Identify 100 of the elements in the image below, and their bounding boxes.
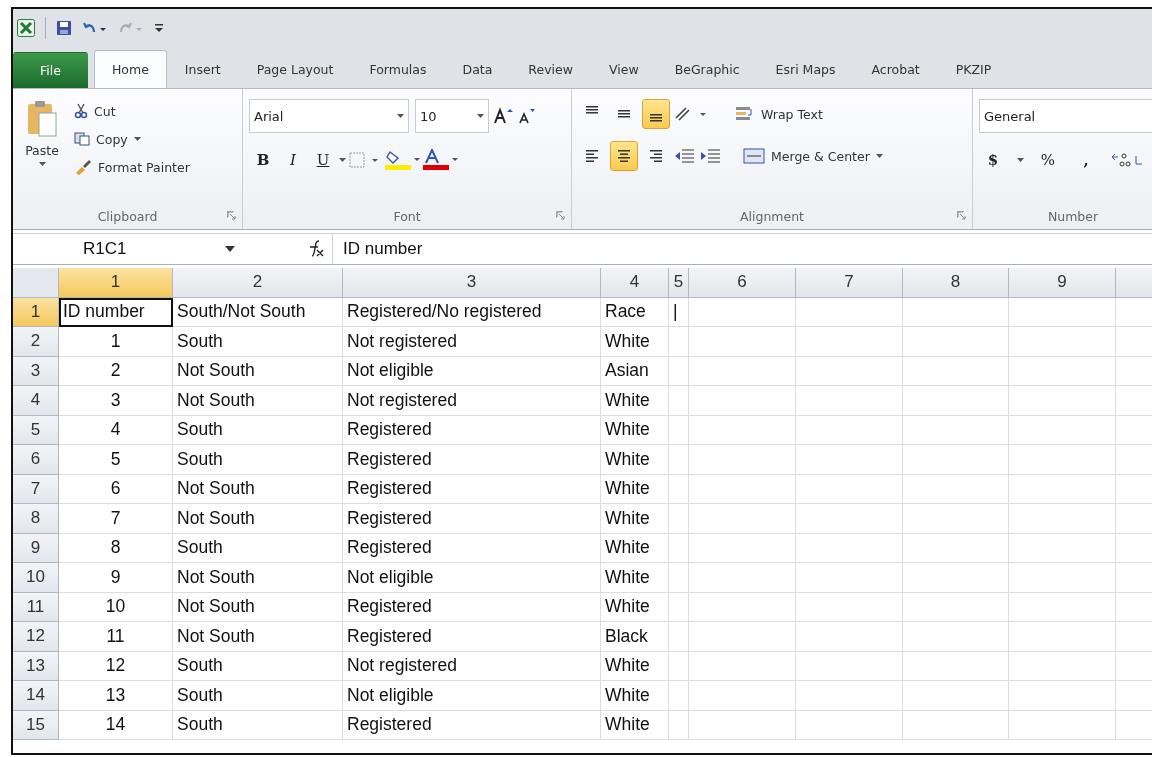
- table-cell[interactable]: South: [173, 445, 343, 475]
- empty-cell[interactable]: [1009, 651, 1116, 681]
- shrink-font-icon[interactable]: [517, 107, 535, 125]
- table-cell[interactable]: Not eligible: [343, 681, 601, 711]
- table-cell[interactable]: White: [601, 504, 669, 534]
- empty-cell[interactable]: [689, 622, 796, 652]
- paste-button[interactable]: Paste: [19, 99, 65, 203]
- table-cell[interactable]: South/Not South: [173, 297, 343, 327]
- empty-cell[interactable]: [903, 651, 1009, 681]
- empty-cell[interactable]: [796, 563, 903, 593]
- empty-cell[interactable]: [689, 681, 796, 711]
- table-cell[interactable]: South: [173, 681, 343, 711]
- empty-cell[interactable]: [796, 504, 903, 534]
- row-header[interactable]: 11: [13, 592, 59, 622]
- increase-decimal-icon[interactable]: [1110, 152, 1144, 168]
- vertical-align-button[interactable]: [642, 99, 670, 129]
- table-cell[interactable]: ID number: [59, 297, 173, 327]
- table-cell[interactable]: 7: [59, 504, 173, 534]
- empty-cell[interactable]: [903, 681, 1009, 711]
- table-cell[interactable]: White: [601, 533, 669, 563]
- empty-cell[interactable]: [669, 445, 689, 475]
- empty-cell[interactable]: [903, 297, 1009, 327]
- table-cell[interactable]: 4: [59, 415, 173, 445]
- decrease-indent-icon[interactable]: [674, 148, 696, 164]
- dialog-launcher-icon[interactable]: [556, 211, 565, 220]
- column-header[interactable]: 8: [903, 268, 1009, 298]
- font-name-field[interactable]: Arial: [249, 99, 409, 133]
- empty-cell[interactable]: [1009, 356, 1116, 386]
- column-header[interactable]: 1: [59, 268, 173, 298]
- ribbon-tab[interactable]: Esri Maps: [757, 50, 854, 88]
- empty-cell[interactable]: [903, 415, 1009, 445]
- dialog-launcher-icon[interactable]: [957, 211, 966, 220]
- empty-cell[interactable]: [689, 327, 796, 357]
- table-cell[interactable]: White: [601, 415, 669, 445]
- ribbon-tab[interactable]: Formulas: [351, 50, 445, 88]
- table-cell[interactable]: Black: [601, 622, 669, 652]
- empty-cell[interactable]: [903, 474, 1009, 504]
- empty-cell[interactable]: [796, 592, 903, 622]
- table-cell[interactable]: 11: [59, 622, 173, 652]
- table-cell[interactable]: Not South: [173, 563, 343, 593]
- empty-cell[interactable]: [903, 622, 1009, 652]
- table-cell[interactable]: Registered: [343, 622, 601, 652]
- table-cell[interactable]: Not registered: [343, 651, 601, 681]
- comma-button[interactable]: ,: [1072, 145, 1100, 175]
- empty-cell[interactable]: [669, 386, 689, 416]
- table-cell[interactable]: 13: [59, 681, 173, 711]
- font-color-icon[interactable]: [422, 149, 458, 171]
- table-cell[interactable]: 8: [59, 533, 173, 563]
- table-cell[interactable]: White: [601, 651, 669, 681]
- wrap-text-button[interactable]: Wrap Text: [732, 102, 826, 126]
- column-header[interactable]: 9: [1009, 268, 1116, 298]
- empty-cell[interactable]: [1009, 474, 1116, 504]
- empty-cell[interactable]: [903, 710, 1009, 740]
- table-cell[interactable]: 2: [59, 356, 173, 386]
- empty-cell[interactable]: [796, 356, 903, 386]
- column-header[interactable]: 7: [796, 268, 903, 298]
- empty-cell[interactable]: [669, 504, 689, 534]
- table-cell[interactable]: Race: [601, 297, 669, 327]
- underline-button[interactable]: U: [309, 145, 337, 175]
- number-format-field[interactable]: General: [979, 99, 1152, 133]
- empty-cell[interactable]: [903, 533, 1009, 563]
- table-cell[interactable]: Registered/No registered: [343, 297, 601, 327]
- row-header[interactable]: 3: [13, 356, 59, 386]
- ribbon-tab[interactable]: Review: [510, 50, 591, 88]
- empty-cell[interactable]: [669, 474, 689, 504]
- save-icon[interactable]: [56, 19, 72, 36]
- table-cell[interactable]: White: [601, 592, 669, 622]
- empty-cell[interactable]: [796, 710, 903, 740]
- empty-cell[interactable]: [689, 415, 796, 445]
- italic-button[interactable]: I: [279, 145, 307, 175]
- table-cell[interactable]: 10: [59, 592, 173, 622]
- table-cell[interactable]: South: [173, 533, 343, 563]
- app-icon[interactable]: [17, 18, 35, 37]
- table-cell[interactable]: Registered: [343, 415, 601, 445]
- row-header[interactable]: 12: [13, 622, 59, 652]
- empty-cell[interactable]: [903, 327, 1009, 357]
- empty-cell[interactable]: [689, 710, 796, 740]
- empty-cell[interactable]: [903, 386, 1009, 416]
- table-cell[interactable]: Registered: [343, 710, 601, 740]
- column-header[interactable]: 5: [669, 268, 689, 298]
- empty-cell[interactable]: [796, 415, 903, 445]
- empty-cell[interactable]: [1009, 386, 1116, 416]
- table-cell[interactable]: White: [601, 563, 669, 593]
- table-cell[interactable]: 9: [59, 563, 173, 593]
- cut-button[interactable]: Cut: [71, 99, 193, 123]
- table-cell[interactable]: Not registered: [343, 386, 601, 416]
- empty-cell[interactable]: [1009, 533, 1116, 563]
- ribbon-tab[interactable]: Acrobat: [853, 50, 938, 88]
- empty-cell[interactable]: [689, 445, 796, 475]
- table-cell[interactable]: Registered: [343, 445, 601, 475]
- empty-cell[interactable]: [669, 356, 689, 386]
- empty-cell[interactable]: [796, 622, 903, 652]
- empty-cell[interactable]: [669, 563, 689, 593]
- table-cell[interactable]: White: [601, 710, 669, 740]
- formula-input[interactable]: ID number: [333, 239, 423, 259]
- table-cell[interactable]: Not South: [173, 386, 343, 416]
- bold-button[interactable]: B: [249, 145, 277, 175]
- empty-cell[interactable]: [669, 710, 689, 740]
- merge-center-button[interactable]: Merge & Center: [740, 144, 886, 168]
- table-cell[interactable]: South: [173, 415, 343, 445]
